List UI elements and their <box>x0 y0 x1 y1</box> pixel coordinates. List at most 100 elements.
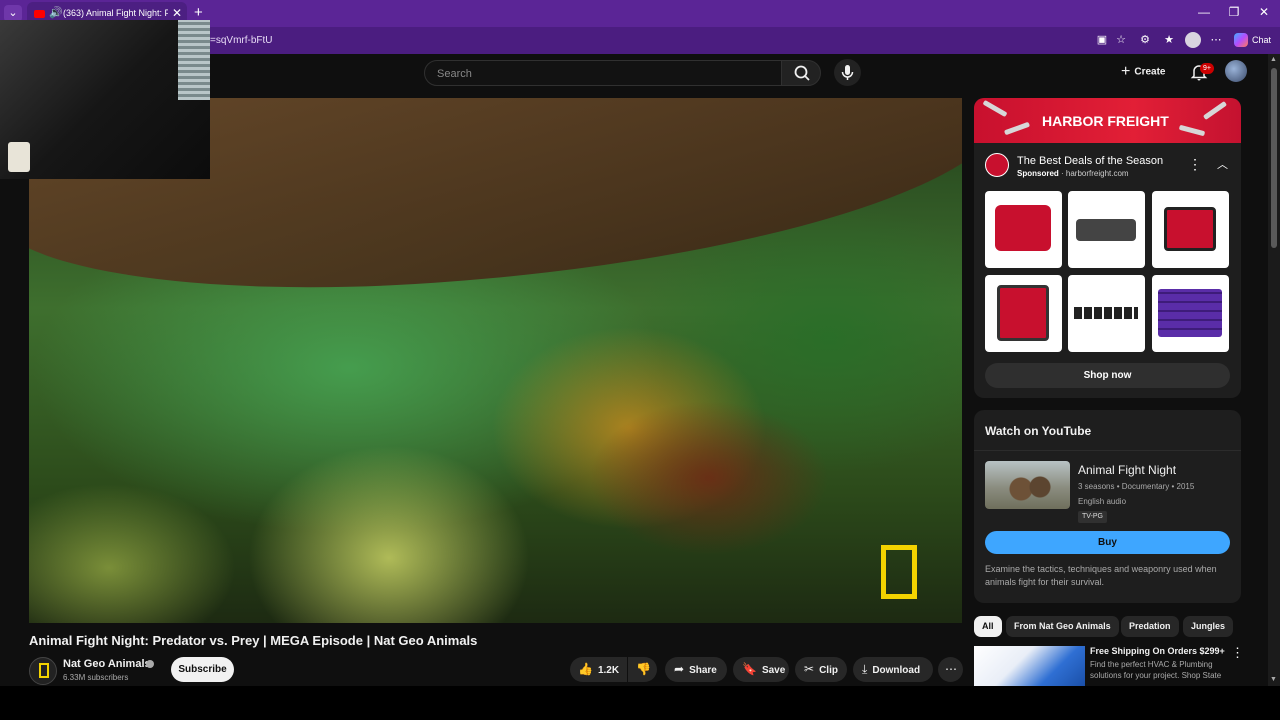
save-button[interactable]: 🔖 Save <box>733 657 789 682</box>
share-button[interactable]: ➦ Share <box>665 657 727 682</box>
sponsored-label: Sponsored <box>1017 169 1059 178</box>
rating-badge: TV-PG <box>1078 511 1108 523</box>
channel-avatar[interactable] <box>29 657 57 685</box>
promo-thumbnail[interactable] <box>974 646 1085 686</box>
promo-more-options-icon[interactable]: ⋮ <box>1231 645 1244 661</box>
save-label: Save <box>761 665 786 676</box>
split-screen-icon[interactable]: ▣ <box>1094 32 1110 48</box>
watch-heading: Watch on YouTube <box>985 424 1092 438</box>
product-tile-winch[interactable] <box>1068 191 1145 268</box>
drill-icon <box>1178 124 1206 137</box>
product-tile-tool-chest[interactable] <box>1152 275 1229 352</box>
clip-button[interactable]: ✂ Clip <box>795 657 847 682</box>
url-field[interactable]: v=sqVmrf-bFtU <box>205 30 1135 51</box>
download-button[interactable]: ⤓ Download <box>853 657 933 682</box>
share-label: Share <box>689 665 717 676</box>
desktop-taskbar <box>0 686 1280 720</box>
natgeo-watermark-logo <box>881 545 917 599</box>
like-button[interactable]: 👍 1.2K <box>570 657 627 682</box>
divider <box>974 450 1241 451</box>
chip-jungles[interactable]: Jungles <box>1183 616 1234 637</box>
browser-profile-avatar[interactable] <box>1185 32 1201 48</box>
restore-window-button[interactable]: ❐ <box>1226 5 1242 19</box>
copilot-chat-button[interactable]: Chat <box>1232 31 1271 49</box>
speaker-icon[interactable]: 🔊 <box>49 6 63 19</box>
account-avatar[interactable] <box>1225 60 1247 82</box>
dislike-button[interactable]: 👎 <box>628 657 657 682</box>
socket-set-icon <box>1074 307 1138 319</box>
show-title[interactable]: Animal Fight Night <box>1078 463 1176 477</box>
product-tile-water-pump[interactable] <box>1152 191 1229 268</box>
page-scrollbar[interactable]: ▲ ▼ <box>1268 54 1280 686</box>
ad-banner[interactable]: HARBOR FREIGHT <box>974 98 1241 143</box>
wrench-icon <box>982 99 1008 118</box>
thumbs-down-icon: 👎 <box>636 662 651 676</box>
watch-on-youtube-card: Watch on YouTube Animal Fight Night 3 se… <box>974 410 1241 603</box>
notifications-badge: 9+ <box>1200 63 1214 74</box>
subscribe-button[interactable]: Subscribe <box>171 657 234 682</box>
promo-description: Find the perfect HVAC & Plumbing solutio… <box>1090 660 1222 680</box>
favorite-star-icon[interactable]: ☆ <box>1113 32 1129 48</box>
close-tab-icon[interactable]: ✕ <box>172 6 182 20</box>
product-tile-generator[interactable] <box>985 191 1062 268</box>
webcam-window-blinds <box>178 20 210 100</box>
harbor-freight-logo[interactable] <box>985 153 1009 177</box>
search-box[interactable] <box>424 60 782 86</box>
more-options-icon[interactable]: ⋯ <box>1208 32 1224 48</box>
favorites-icon[interactable]: ★ <box>1161 32 1177 48</box>
plus-icon: + <box>1121 63 1131 80</box>
search-input[interactable] <box>435 64 769 84</box>
show-description: Examine the tactics, techniques and weap… <box>985 564 1217 587</box>
chip-from-nat-geo-animals[interactable]: From Nat Geo Animals <box>1006 616 1119 637</box>
video-title: Animal Fight Night: Predator vs. Prey | … <box>29 633 478 648</box>
clip-label: Clip <box>819 665 838 676</box>
ad-meta: Sponsored · harborfreight.com <box>1017 169 1129 178</box>
webcam-mug <box>8 142 30 172</box>
show-thumbnail[interactable] <box>985 461 1070 509</box>
ad-more-options-icon[interactable]: ⋮ <box>1188 156 1202 173</box>
winch-icon <box>1076 219 1136 241</box>
close-window-button[interactable]: ✕ <box>1256 5 1272 19</box>
chat-label: Chat <box>1252 35 1272 45</box>
chevron-down-icon: ⌄ <box>8 7 18 19</box>
new-tab-button[interactable]: + <box>194 4 203 21</box>
generator-icon <box>995 205 1051 251</box>
create-label: Create <box>1134 66 1166 78</box>
voice-search-button[interactable] <box>834 59 861 86</box>
ad-headline[interactable]: The Best Deals of the Season <box>1017 155 1163 167</box>
create-button[interactable]: + Create <box>1121 62 1165 82</box>
verified-check-icon <box>146 660 154 668</box>
youtube-favicon-icon <box>34 10 45 18</box>
share-arrow-icon: ➦ <box>674 662 685 676</box>
show-audio: English audio <box>1078 497 1127 506</box>
search-button[interactable] <box>781 60 821 86</box>
chip-predation[interactable]: Predation <box>1121 616 1179 637</box>
more-actions-button[interactable]: ⋯ <box>938 657 963 682</box>
inverter-generator-icon <box>997 285 1049 341</box>
promo-title[interactable]: Free Shipping On Orders $299+ <box>1090 646 1225 656</box>
scroll-up-arrow-icon[interactable]: ▲ <box>1270 56 1277 63</box>
product-tile-inverter-generator[interactable] <box>985 275 1062 352</box>
ad-banner-text: HARBOR FREIGHT <box>1042 113 1169 129</box>
shop-now-button[interactable]: Shop now <box>985 363 1230 388</box>
chip-all[interactable]: All <box>974 616 1002 637</box>
minimize-window-button[interactable]: — <box>1196 5 1212 19</box>
wrench-icon <box>1003 121 1031 136</box>
chevron-up-icon[interactable]: ︿ <box>1217 156 1228 172</box>
extensions-icon[interactable]: ⚙ <box>1137 32 1153 48</box>
sponsored-ad-card[interactable]: HARBOR FREIGHT The Best Deals of the Sea… <box>974 98 1241 398</box>
ad-domain: harborfreight.com <box>1065 169 1129 178</box>
scrollbar-thumb[interactable] <box>1271 68 1277 248</box>
subscriber-count: 6.33M subscribers <box>63 673 129 682</box>
webcam-overlay <box>0 20 210 179</box>
natgeo-logo-icon <box>39 663 49 678</box>
buy-button[interactable]: Buy <box>985 531 1230 554</box>
search-icon <box>794 65 810 81</box>
scroll-down-arrow-icon[interactable]: ▼ <box>1270 676 1277 683</box>
product-tile-socket-set[interactable] <box>1068 275 1145 352</box>
channel-name[interactable]: Nat Geo Animals <box>63 658 151 670</box>
tool-chest-icon <box>1158 289 1222 337</box>
thumbs-up-icon: 👍 <box>578 662 593 676</box>
water-pump-icon <box>1164 207 1216 251</box>
download-icon: ⤓ <box>862 662 868 676</box>
